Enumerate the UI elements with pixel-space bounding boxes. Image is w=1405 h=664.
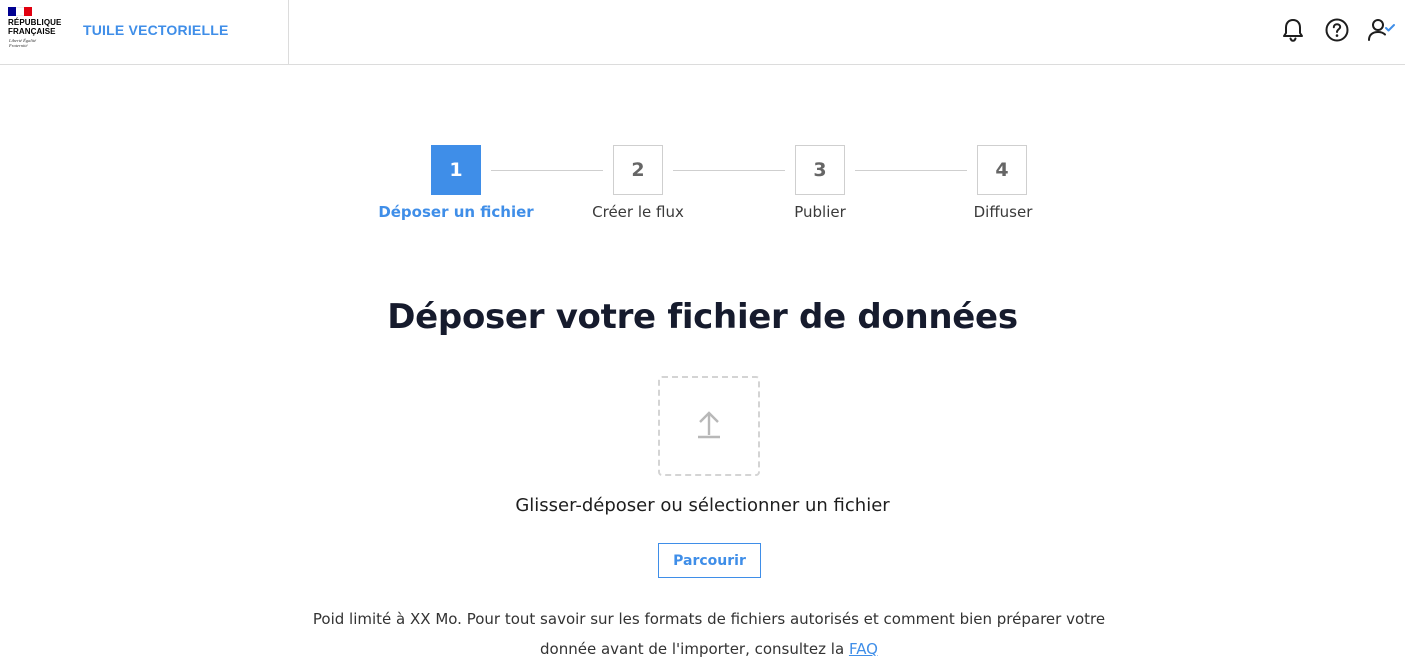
step-connector xyxy=(673,170,785,171)
browse-button[interactable]: Parcourir xyxy=(658,543,761,578)
app-title[interactable]: TUILE VECTORIELLE xyxy=(83,22,229,38)
republic-name: RÉPUBLIQUE FRANÇAISE xyxy=(8,18,62,36)
step-1-badge[interactable]: 1 xyxy=(431,145,481,195)
step-3-badge[interactable]: 3 xyxy=(795,145,845,195)
step-4-label[interactable]: Diffuser xyxy=(913,203,1093,221)
republic-flag-logo xyxy=(8,7,32,16)
upload-icon xyxy=(696,409,722,444)
help-icon[interactable] xyxy=(1324,16,1350,44)
faq-link[interactable]: FAQ xyxy=(849,640,878,658)
brand-block[interactable]: RÉPUBLIQUE FRANÇAISE Liberté Égalité Fra… xyxy=(0,0,289,64)
republic-motto: Liberté Égalité Fraternité xyxy=(9,38,37,48)
bell-icon[interactable] xyxy=(1280,16,1306,44)
step-1-label[interactable]: Déposer un fichier xyxy=(366,203,546,221)
step-2-badge[interactable]: 2 xyxy=(613,145,663,195)
upload-info-body: Poid limité à XX Mo. Pour tout savoir su… xyxy=(312,610,1106,658)
user-check-icon[interactable] xyxy=(1367,16,1397,44)
step-connector xyxy=(491,170,603,171)
app-header: RÉPUBLIQUE FRANÇAISE Liberté Égalité Fra… xyxy=(0,0,1405,65)
page-title: Déposer votre fichier de données xyxy=(387,297,1018,337)
file-dropzone[interactable] xyxy=(658,376,760,476)
step-connector xyxy=(855,170,967,171)
dropzone-instruction: Glisser-déposer ou sélectionner un fichi… xyxy=(515,495,890,516)
step-3-label[interactable]: Publier xyxy=(730,203,910,221)
step-4-badge[interactable]: 4 xyxy=(977,145,1027,195)
step-2-label[interactable]: Créer le flux xyxy=(548,203,728,221)
upload-info-text: Poid limité à XX Mo. Pour tout savoir su… xyxy=(310,604,1108,664)
